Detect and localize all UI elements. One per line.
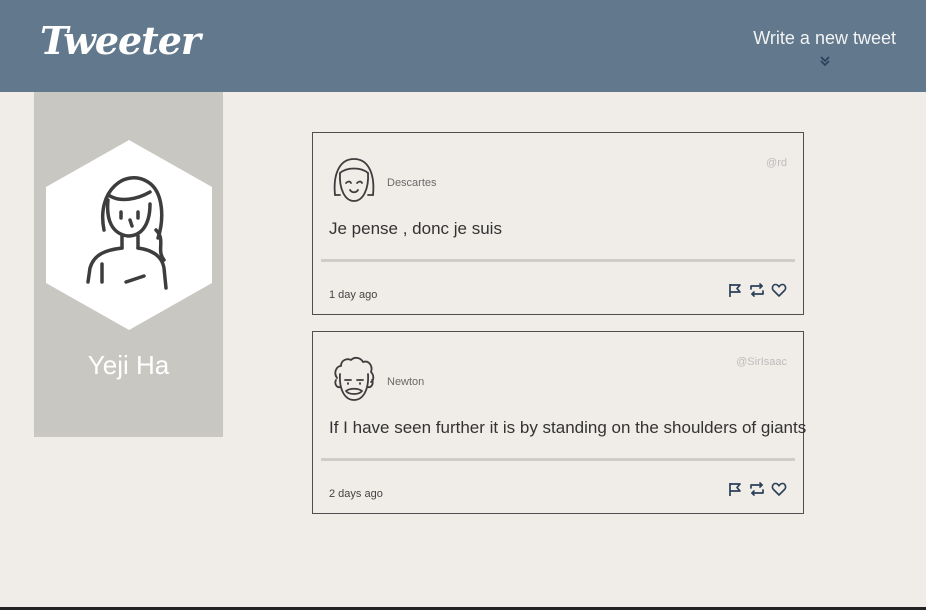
curly-hair-avatar-icon xyxy=(331,354,377,410)
tweet-divider xyxy=(321,458,795,461)
tweet-timestamp: 2 days ago xyxy=(329,488,383,500)
tweet-card: Descartes @rd Je pense , donc je suis 1 … xyxy=(312,132,804,315)
tweet-actions xyxy=(727,481,787,497)
profile-avatar xyxy=(46,140,212,334)
girl-avatar-icon xyxy=(46,140,212,330)
double-chevron-down-icon xyxy=(753,51,896,72)
heart-icon[interactable] xyxy=(771,282,787,298)
retweet-icon[interactable] xyxy=(749,481,765,497)
bob-hair-avatar-icon xyxy=(331,155,377,211)
tweet-handle: @rd xyxy=(766,157,787,169)
brand-logo[interactable]: Tweeter xyxy=(40,18,201,63)
tweet-actions xyxy=(727,282,787,298)
heart-icon[interactable] xyxy=(771,481,787,497)
flag-icon[interactable] xyxy=(727,481,743,497)
write-new-tweet-label: Write a new tweet xyxy=(753,28,896,48)
profile-card: Yeji Ha xyxy=(34,92,223,437)
tweet-content: Je pense , donc je suis xyxy=(329,219,502,238)
tweet-author: Descartes xyxy=(387,177,437,189)
tweet-card: Newton @SirIsaac If I have seen further … xyxy=(312,331,807,514)
tweet-author: Newton xyxy=(387,376,425,388)
tweet-divider xyxy=(321,259,795,262)
tweet-timestamp: 1 day ago xyxy=(329,289,378,301)
top-navbar: Tweeter Write a new tweet xyxy=(0,0,926,92)
profile-name: Yeji Ha xyxy=(87,350,170,380)
retweet-icon[interactable] xyxy=(749,282,765,298)
tweet-content: If I have seen further it is by standing… xyxy=(329,418,807,437)
tweet-handle: @SirIsaac xyxy=(736,356,787,368)
write-new-tweet-button[interactable]: Write a new tweet xyxy=(753,28,896,72)
flag-icon[interactable] xyxy=(727,282,743,298)
